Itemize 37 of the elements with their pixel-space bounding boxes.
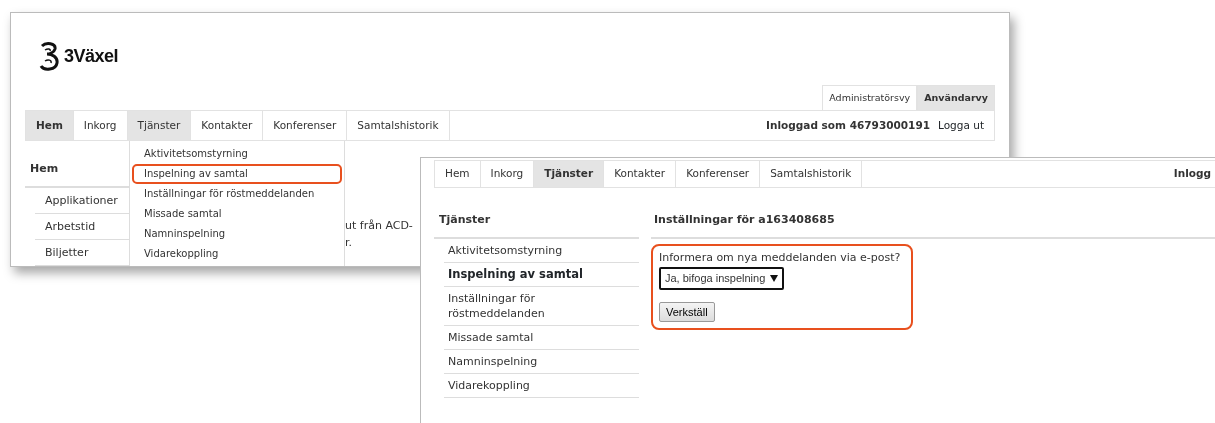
nav-tab[interactable]: Konferenser: [676, 161, 761, 187]
sidebar-item[interactable]: Vidarekoppling: [444, 373, 639, 398]
text-fragment: ut från ACD-: [345, 218, 413, 235]
sidebar-item[interactable]: Inspelning av samtal: [444, 262, 639, 287]
view-tab[interactable]: Användarvy: [917, 85, 995, 111]
logout-link[interactable]: Logga ut: [938, 117, 984, 134]
nav-tab[interactable]: Hem: [435, 161, 481, 187]
menu-item[interactable]: Namninspelning: [132, 224, 342, 244]
nav-tab[interactable]: Hem: [26, 111, 74, 141]
sidebar-heading: Tjänster: [434, 202, 639, 239]
question-label: Informera om nya meddelanden via e-post?: [659, 249, 902, 266]
logged-in-label: Inloggad som 46793000191: [766, 117, 931, 133]
caret-icon: [770, 274, 779, 282]
menu-item[interactable]: Vidarekoppling: [132, 244, 342, 264]
nav-tab[interactable]: Samtalshistorik: [760, 161, 863, 187]
menu-item[interactable]: Missade samtal: [132, 204, 342, 224]
sidebar-item[interactable]: Missade samtal: [444, 325, 639, 350]
nav-tab[interactable]: Inkorg: [73, 111, 128, 141]
nav-tab[interactable]: Kontakter: [604, 161, 677, 187]
logo-text: 3Växel: [64, 44, 119, 68]
nav-tab[interactable]: Kontakter: [191, 111, 264, 141]
menu-item[interactable]: Aktivitetsomstyrning: [132, 144, 342, 164]
logo-icon: [38, 41, 60, 71]
menu-item[interactable]: Inspelning av samtal: [132, 164, 342, 184]
menu-item[interactable]: Inställningar för röstmeddelanden: [132, 184, 342, 204]
sidebar-item[interactable]: Inställningar för röstmeddelanden: [444, 286, 639, 326]
sidebar-item[interactable]: Namninspelning: [444, 349, 639, 374]
nav-tab[interactable]: Tjänster: [127, 111, 192, 141]
logged-in-label: Inlogg: [1173, 166, 1211, 182]
select-dropdown[interactable]: Ja, bifoga inspelning: [659, 267, 785, 290]
sidebar-item[interactable]: Aktivitetsomstyrning: [444, 238, 639, 263]
nav-tab[interactable]: Tjänster: [534, 161, 605, 187]
text-fragment: r.: [345, 235, 353, 252]
apply-button[interactable]: Verkställ: [659, 301, 715, 322]
nav-tab[interactable]: Konferenser: [263, 111, 348, 141]
section-heading: Inställningar för a163408685: [651, 202, 1215, 239]
nav-tab[interactable]: Samtalshistorik: [347, 111, 450, 141]
